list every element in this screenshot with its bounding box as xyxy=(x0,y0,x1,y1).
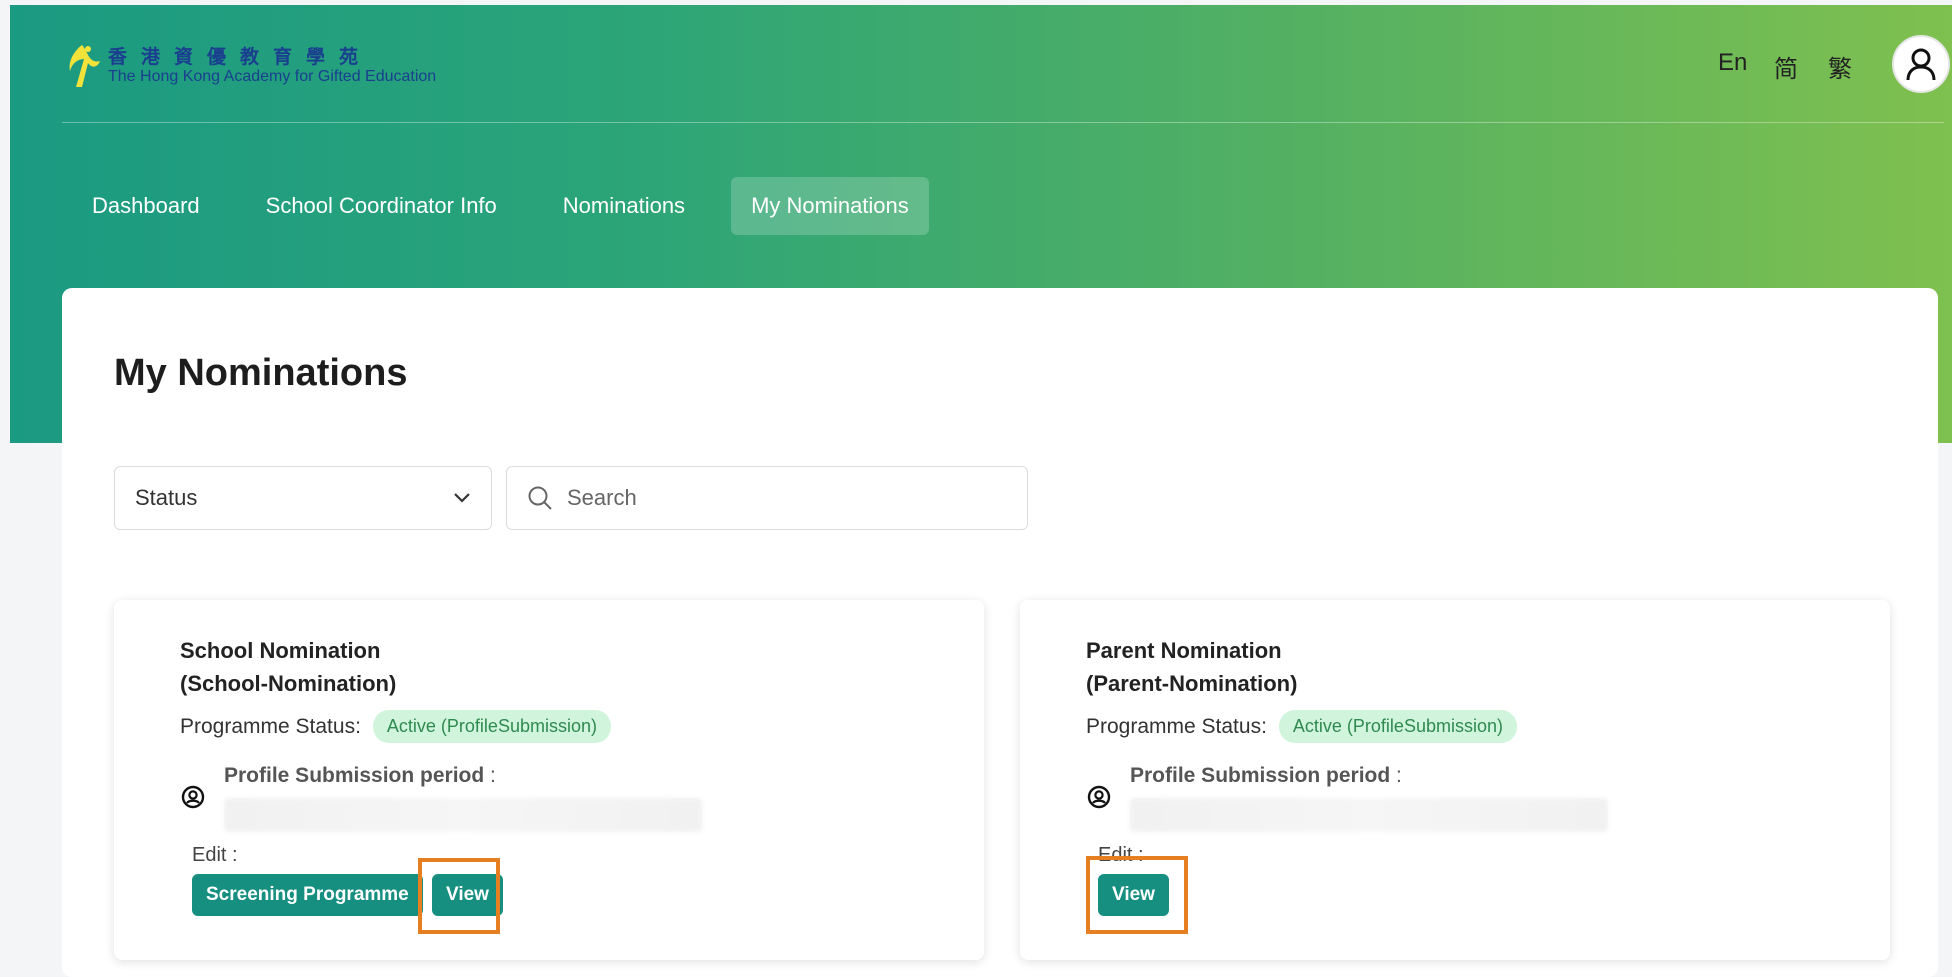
redacted-period-value xyxy=(224,798,702,832)
nomination-code: (Parent-Nomination) xyxy=(1086,671,1298,696)
status-badge: Active (ProfileSubmission) xyxy=(1278,710,1517,743)
nav-my-nominations[interactable]: My Nominations xyxy=(731,177,929,235)
school-nomination-card: School Nomination (School-Nomination) Pr… xyxy=(114,600,984,960)
programme-status: Programme Status: Active (ProfileSubmiss… xyxy=(1086,710,1517,743)
language-english[interactable]: En xyxy=(1718,49,1747,77)
user-circle-icon xyxy=(1087,785,1111,809)
language-simplified-chinese[interactable]: 简 xyxy=(1774,49,1798,84)
search-box xyxy=(506,466,1028,530)
logo[interactable]: 香港資優教育學苑 The Hong Kong Academy for Gifte… xyxy=(62,41,502,91)
logo-mark-icon xyxy=(69,45,100,87)
main-content-panel: My Nominations Status School Nomination … xyxy=(62,288,1938,977)
programme-status-label: Programme Status: xyxy=(180,714,361,738)
period-separator: : xyxy=(484,764,496,787)
nav-nominations[interactable]: Nominations xyxy=(543,177,705,235)
chevron-down-icon xyxy=(454,493,470,503)
language-traditional-chinese[interactable]: 繁 xyxy=(1828,49,1852,84)
user-avatar-button[interactable] xyxy=(1892,35,1950,93)
search-input[interactable] xyxy=(567,485,987,511)
programme-status: Programme Status: Active (ProfileSubmiss… xyxy=(180,710,611,743)
profile-submission-period-label: Profile Submission period : xyxy=(1130,764,1402,788)
nav-school-coordinator-info[interactable]: School Coordinator Info xyxy=(246,177,517,235)
nomination-name: School Nomination xyxy=(180,638,381,663)
nomination-title: Parent Nomination (Parent-Nomination) xyxy=(1086,634,1297,700)
period-separator: : xyxy=(1390,764,1402,787)
user-icon xyxy=(1906,48,1936,81)
status-badge: Active (ProfileSubmission) xyxy=(372,710,611,743)
nomination-code: (School-Nomination) xyxy=(180,671,397,696)
highlight-box xyxy=(418,858,500,934)
logo-english-text: The Hong Kong Academy for Gifted Educati… xyxy=(108,67,437,85)
period-label-text: Profile Submission period xyxy=(1130,764,1391,787)
highlight-box xyxy=(1086,856,1188,934)
profile-submission-period-label: Profile Submission period : xyxy=(224,764,496,788)
screening-programme-button[interactable]: Screening Programme xyxy=(192,874,423,916)
nomination-name: Parent Nomination xyxy=(1086,638,1282,663)
period-label-text: Profile Submission period xyxy=(224,764,485,787)
redacted-period-value xyxy=(1130,798,1608,832)
search-icon xyxy=(528,486,552,510)
app-frame: 香港資優教育學苑 The Hong Kong Academy for Gifte… xyxy=(10,5,1952,977)
user-circle-icon xyxy=(181,785,205,809)
edit-label: Edit : xyxy=(192,844,238,866)
page-title: My Nominations xyxy=(114,352,408,394)
main-nav: Dashboard School Coordinator Info Nomina… xyxy=(72,177,955,239)
nomination-title: School Nomination (School-Nomination) xyxy=(180,634,396,700)
programme-status-label: Programme Status: xyxy=(1086,714,1267,738)
top-bar: 香港資優教育學苑 The Hong Kong Academy for Gifte… xyxy=(62,5,1950,123)
status-filter-value: Status xyxy=(135,485,198,510)
status-filter-dropdown[interactable]: Status xyxy=(114,466,492,530)
logo-chinese-text: 香港資優教育學苑 xyxy=(108,45,373,68)
nav-dashboard[interactable]: Dashboard xyxy=(72,177,220,235)
parent-nomination-card: Parent Nomination (Parent-Nomination) Pr… xyxy=(1020,600,1890,960)
